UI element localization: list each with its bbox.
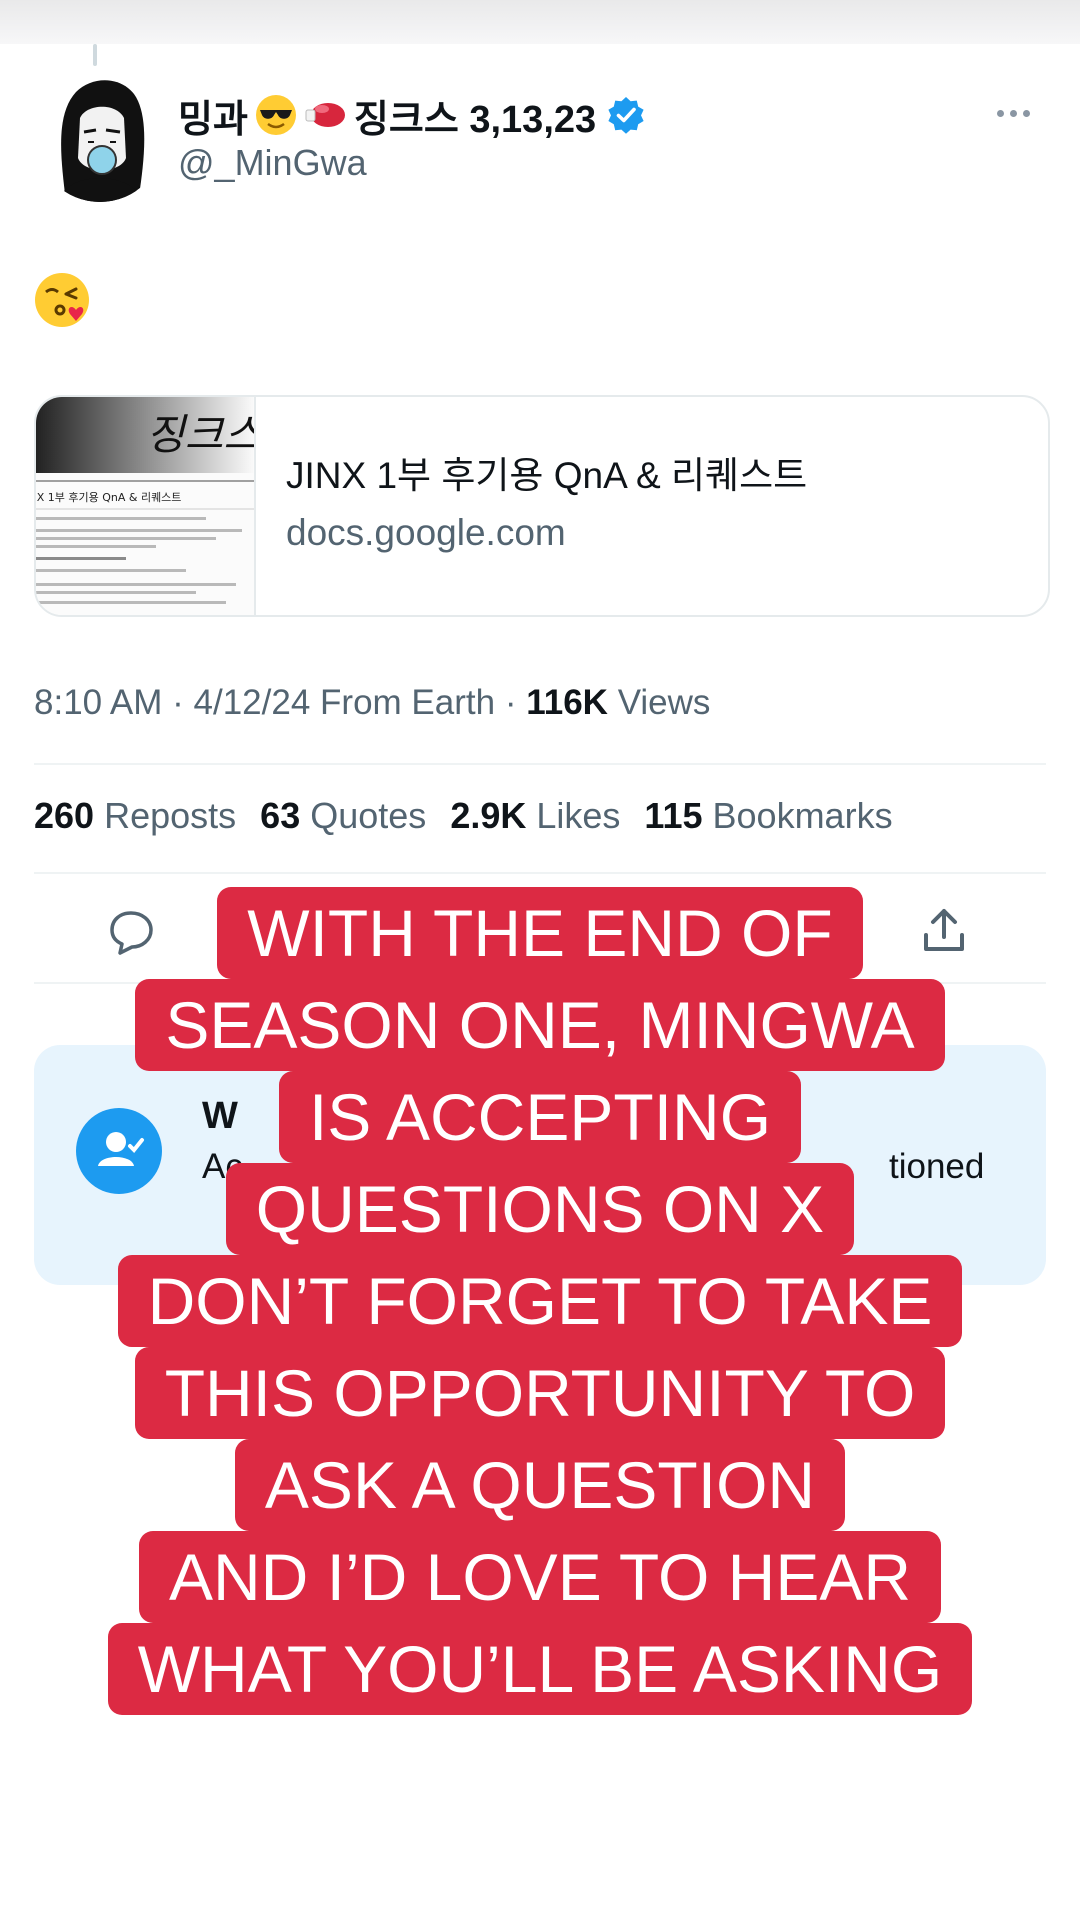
caption-overlay: WITH THE END OF SEASON ONE, MINGWA IS AC…: [0, 887, 1080, 1715]
thread-connector-line: [93, 44, 97, 66]
avatar[interactable]: [36, 74, 164, 202]
face-blowing-kiss-icon: [35, 273, 89, 327]
thumbnail-subtitle-text: JINX 1부 후기용 QnA & 리퀘스트: [36, 491, 181, 504]
link-preview-thumbnail: 징크스 JINX 1부 후기용 QnA & 리퀘스트: [36, 397, 256, 615]
link-card-domain: docs.google.com: [286, 512, 566, 553]
thumbnail-header-text: 징크스: [146, 410, 254, 459]
display-name-part2: 징크스 3,13,23: [353, 98, 597, 141]
link-card-title: JINX 1부 후기용 QnA & 리퀘스트: [286, 455, 808, 496]
caption-line: WITH THE END OF: [217, 887, 863, 979]
dot-icon: [1022, 109, 1030, 117]
status-bar: [0, 0, 1080, 44]
caption-line: DON’T FORGET TO TAKE: [117, 1255, 963, 1347]
stat-bookmarks[interactable]: 115 Bookmarks: [644, 795, 892, 837]
caption-line: SEASON ONE, MINGWA: [135, 979, 945, 1071]
author-name-row[interactable]: 밍과 징크스 3,13,23: [178, 90, 646, 141]
caption-line: AND I’D LOVE TO HEAR: [138, 1531, 942, 1623]
caption-line: QUESTIONS ON X: [225, 1163, 855, 1255]
caption-line: WHAT YOU’LL BE ASKING: [107, 1623, 973, 1715]
stat-quotes[interactable]: 63 Quotes: [260, 795, 426, 837]
verified-badge-icon[interactable]: [606, 95, 646, 135]
divider: [34, 763, 1046, 765]
stat-likes[interactable]: 2.9K Likes: [450, 795, 620, 837]
more-options-button[interactable]: [988, 100, 1038, 126]
stat-reposts[interactable]: 260 Reposts: [34, 795, 236, 837]
dot-icon: [996, 109, 1004, 117]
tweet-time[interactable]: 8:10 AM: [34, 683, 162, 722]
engagement-stats: 260 Reposts 63 Quotes 2.9K Likes 115 Boo…: [34, 795, 893, 837]
dot-icon: [1009, 109, 1017, 117]
sunglasses-face-icon: [255, 95, 296, 135]
views-label: Views: [617, 683, 711, 722]
author-handle[interactable]: @_MinGwa: [178, 142, 367, 184]
caption-line: IS ACCEPTING: [278, 1071, 802, 1163]
views-count: 116K: [526, 683, 608, 722]
display-name-part1: 밍과: [178, 98, 248, 141]
caption-line: ASK A QUESTION: [234, 1439, 846, 1531]
divider: [34, 872, 1046, 874]
caption-line: THIS OPPORTUNITY TO: [134, 1347, 946, 1439]
avatar-illustration: [36, 74, 164, 202]
boxing-glove-icon: [305, 103, 345, 127]
tweet-meta: 8:10 AM · 4/12/24 From Earth · 116K View…: [34, 683, 711, 722]
tweet-date[interactable]: 4/12/24: [194, 683, 311, 722]
tweet-source: From Earth: [320, 683, 496, 722]
link-preview-card[interactable]: 징크스 JINX 1부 후기용 QnA & 리퀘스트 JINX 1부 후기용 Q…: [34, 395, 1050, 617]
